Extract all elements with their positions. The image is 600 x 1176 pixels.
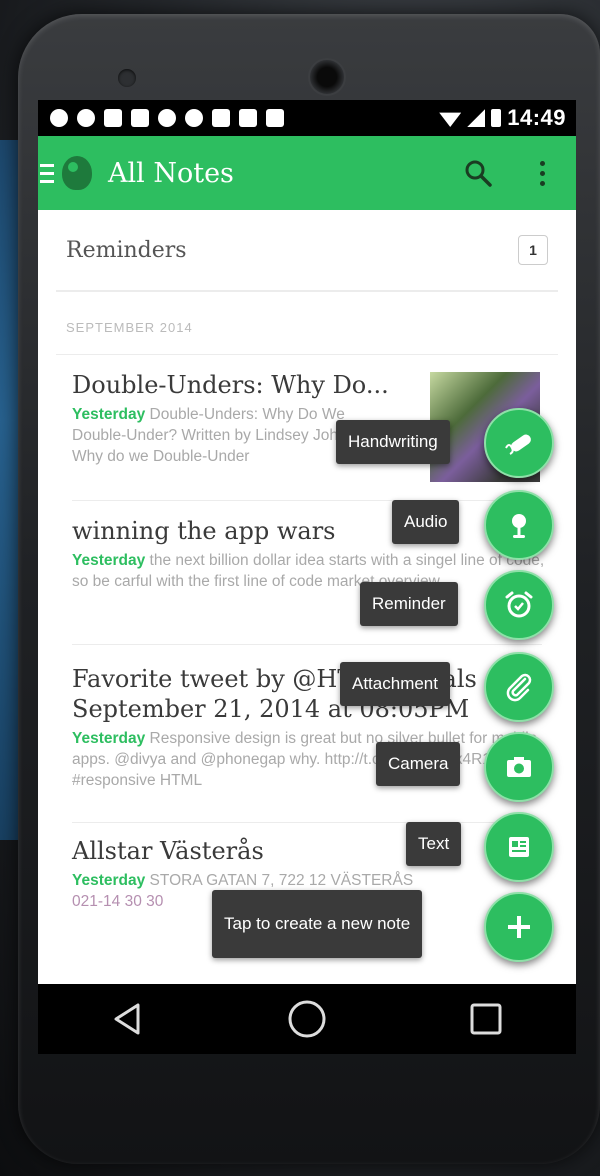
status-bar: 14:49	[38, 100, 576, 136]
home-icon	[288, 1000, 326, 1038]
home-button[interactable]	[277, 989, 337, 1049]
back-icon	[114, 1003, 140, 1035]
alarm-clock-icon	[505, 591, 533, 618]
camera-icon	[507, 757, 531, 777]
crown-icon	[239, 109, 257, 127]
recents-icon	[470, 1003, 502, 1035]
sensor-dot	[118, 69, 136, 87]
battery-icon	[491, 109, 502, 127]
note-title: Allstar Västerås	[72, 837, 264, 865]
plus-icon	[508, 916, 530, 938]
audio-button[interactable]	[484, 490, 554, 560]
search-icon	[465, 160, 492, 187]
fab-label-new-note[interactable]: Tap to create a new note	[212, 890, 423, 958]
text-note-icon	[509, 837, 529, 857]
handwriting-icon	[505, 434, 531, 455]
note-date: Yesterday	[72, 872, 146, 889]
shopping-bag-icon	[266, 109, 284, 127]
status-time: 14:49	[507, 105, 566, 130]
reminders-label: Reminders	[66, 237, 187, 263]
contact-icon	[212, 109, 230, 127]
messenger-icon	[185, 109, 203, 127]
fab-label-camera[interactable]: Camera	[376, 742, 461, 786]
note-snippet-text: STORA GATAN 7, 722 12 VÄSTERÅS	[145, 872, 414, 889]
divider	[72, 644, 542, 645]
list-item[interactable]: winning the app wars Yesterday the next …	[72, 516, 552, 592]
divider	[56, 354, 558, 355]
menu-icon[interactable]	[40, 163, 54, 183]
fab-label-attachment[interactable]: Attachment	[340, 662, 450, 706]
note-title: winning the app wars	[72, 517, 336, 545]
overflow-menu-button[interactable]	[522, 153, 562, 193]
fab-label-handwriting[interactable]: Handwriting	[336, 420, 450, 464]
note-date: Yesterday	[72, 552, 146, 569]
page-title: All Notes	[108, 157, 234, 189]
missed-call-icon	[104, 109, 122, 127]
note-snippet: Yesterday STORA GATAN 7, 722 12 VÄSTERÅS	[72, 870, 552, 891]
chat-icon	[77, 109, 95, 127]
note-snippet: Yesterday the next billion dollar idea s…	[72, 550, 552, 592]
front-camera	[308, 58, 346, 96]
section-header: SEPTEMBER 2014	[66, 320, 193, 335]
messenger-icon	[50, 109, 68, 127]
fab-label-reminder[interactable]: Reminder	[360, 582, 458, 626]
clock-icon	[158, 109, 176, 127]
list-item[interactable]: Favorite tweet by @HTML5Deals September …	[72, 664, 552, 791]
fab-label-audio[interactable]: Audio	[392, 500, 460, 544]
wifi-icon	[439, 112, 462, 127]
reminder-button[interactable]	[484, 570, 554, 640]
paperclip-icon	[506, 673, 532, 702]
divider	[72, 822, 542, 823]
note-title: Double-Unders: Why Do...	[72, 371, 389, 399]
handwriting-button[interactable]	[484, 408, 554, 478]
attachment-button[interactable]	[484, 652, 554, 722]
note-title: Favorite tweet by @HTML5Deals September …	[72, 665, 477, 723]
recents-button[interactable]	[456, 989, 516, 1049]
mail-icon	[131, 109, 149, 127]
notification-icons	[38, 109, 284, 127]
signal-icon	[467, 109, 486, 127]
reminders-count-badge: 1	[518, 235, 548, 265]
new-note-button[interactable]	[484, 892, 554, 962]
back-button[interactable]	[98, 989, 158, 1049]
evernote-logo-icon[interactable]	[62, 156, 92, 190]
reminders-row[interactable]: Reminders 1	[56, 210, 558, 292]
text-note-button[interactable]	[484, 812, 554, 882]
fab-label-text[interactable]: Text	[406, 822, 462, 866]
note-date: Yesterday	[72, 730, 146, 747]
camera-button[interactable]	[484, 732, 554, 802]
divider	[72, 500, 542, 501]
microphone-icon	[512, 514, 526, 538]
note-date: Yesterday	[72, 406, 146, 423]
search-button[interactable]	[458, 153, 498, 193]
app-bar: All Notes	[38, 136, 576, 210]
system-nav-bar	[38, 984, 576, 1054]
system-status: 14:49	[439, 105, 576, 131]
note-snippet: Yesterday Responsive design is great but…	[72, 728, 552, 791]
